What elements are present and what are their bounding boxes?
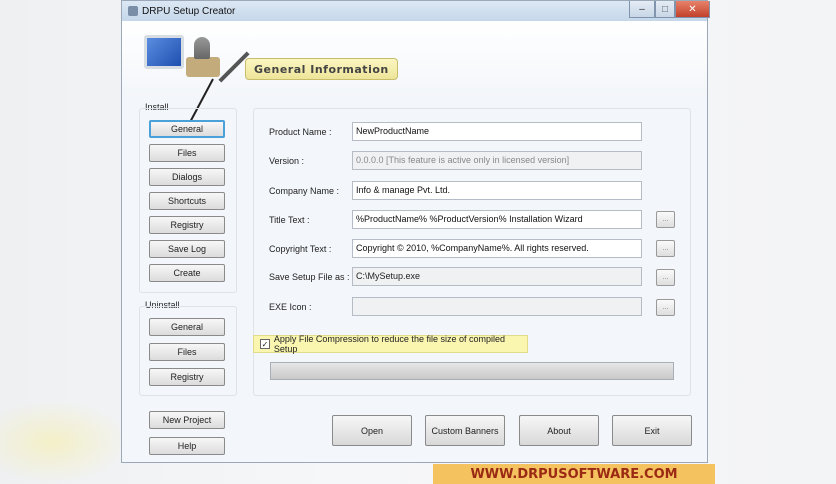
install-files-button[interactable]: Files — [149, 144, 225, 162]
uninstall-files-button[interactable]: Files — [149, 343, 225, 361]
compression-checkbox[interactable]: ✓ Apply File Compression to reduce the f… — [253, 334, 528, 354]
exe-icon-input[interactable] — [352, 297, 642, 316]
stamp-icon — [186, 57, 220, 77]
new-project-button[interactable]: New Project — [149, 411, 225, 429]
banner: General Information — [122, 21, 707, 99]
install-registry-button[interactable]: Registry — [149, 216, 225, 234]
window-title: DRPU Setup Creator — [142, 5, 236, 17]
background-blur — [0, 400, 130, 484]
open-button[interactable]: Open — [332, 415, 412, 446]
app-window: DRPU Setup Creator – □ ✕ General Informa… — [121, 0, 710, 463]
title-text-browse-button[interactable]: ... — [656, 211, 675, 228]
section-heading: General Information — [245, 58, 398, 80]
copyright-text-input[interactable]: Copyright © 2010, %CompanyName%. All rig… — [352, 239, 642, 258]
exe-icon-browse-button[interactable]: ... — [656, 299, 675, 316]
about-button[interactable]: About — [519, 415, 599, 446]
website-watermark: WWW.DRPUSOFTWARE.COM — [433, 464, 715, 484]
install-create-button[interactable]: Create — [149, 264, 225, 282]
maximize-button[interactable]: □ — [655, 1, 675, 18]
company-name-label: Company Name : — [269, 186, 340, 196]
uninstall-general-button[interactable]: General — [149, 318, 225, 336]
exe-icon-label: EXE Icon : — [269, 302, 312, 312]
install-dialogs-button[interactable]: Dialogs — [149, 168, 225, 186]
save-setup-label: Save Setup File as : — [269, 272, 350, 282]
product-name-label: Product Name : — [269, 127, 332, 137]
stamp-handle-icon — [194, 37, 210, 59]
title-text-input[interactable]: %ProductName% %ProductVersion% Installat… — [352, 210, 642, 229]
save-setup-input[interactable]: C:\MySetup.exe — [352, 267, 642, 286]
title-text-label: Title Text : — [269, 215, 310, 225]
app-icon — [128, 6, 138, 16]
uninstall-registry-button[interactable]: Registry — [149, 368, 225, 386]
title-bar: DRPU Setup Creator — [122, 1, 707, 21]
save-setup-browse-button[interactable]: ... — [656, 269, 675, 286]
install-save-log-button[interactable]: Save Log — [149, 240, 225, 258]
version-label: Version : — [269, 156, 305, 166]
close-button[interactable]: ✕ — [675, 1, 710, 18]
progress-bar — [270, 362, 674, 380]
checkmark-icon[interactable]: ✓ — [260, 339, 270, 349]
install-general-button[interactable]: General — [149, 120, 225, 138]
help-button[interactable]: Help — [149, 437, 225, 455]
custom-banners-button[interactable]: Custom Banners — [425, 415, 505, 446]
compression-label: Apply File Compression to reduce the fil… — [273, 334, 505, 354]
monitor-icon — [144, 35, 184, 69]
exit-button[interactable]: Exit — [612, 415, 692, 446]
copyright-text-label: Copyright Text : — [269, 244, 332, 254]
minimize-button[interactable]: – — [629, 1, 655, 18]
product-name-input[interactable]: NewProductName — [352, 122, 642, 141]
copyright-browse-button[interactable]: ... — [656, 240, 675, 257]
version-input: 0.0.0.0 [This feature is active only in … — [352, 151, 642, 170]
company-name-input[interactable]: Info & manage Pvt. Ltd. — [352, 181, 642, 200]
install-shortcuts-button[interactable]: Shortcuts — [149, 192, 225, 210]
